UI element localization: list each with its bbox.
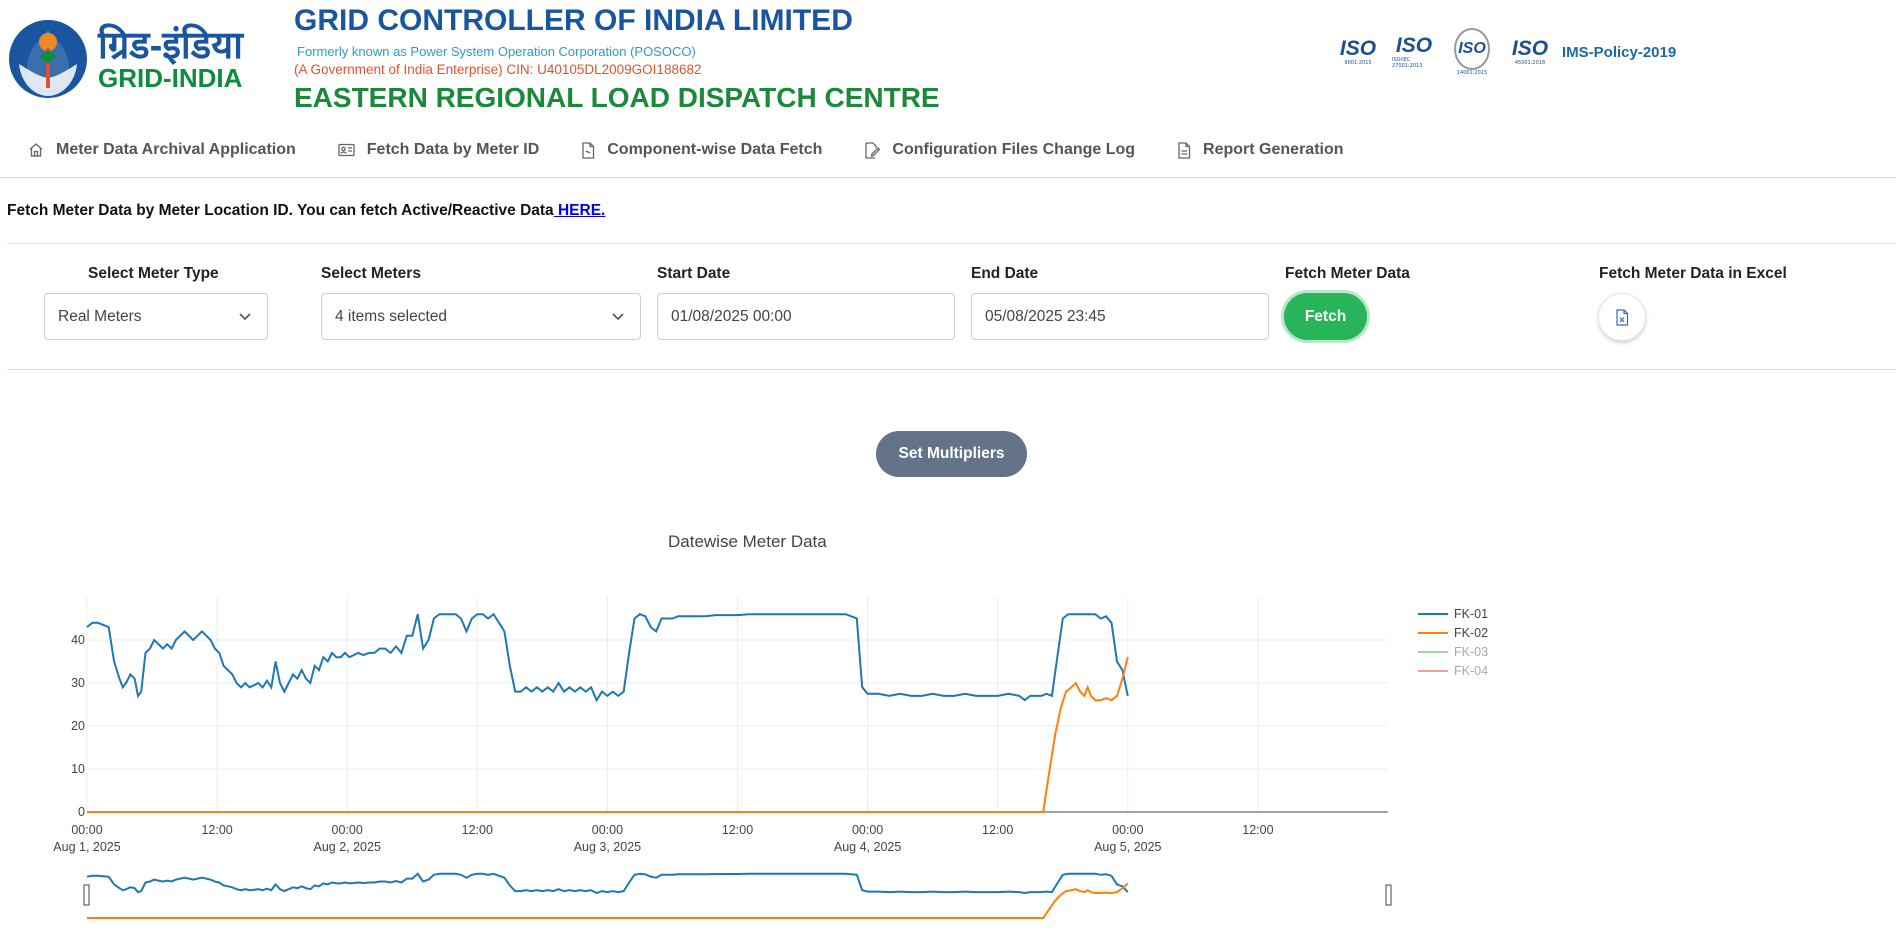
x-tick-date-label: Aug 2, 2025 bbox=[313, 840, 380, 854]
legend-label: FK-02 bbox=[1454, 625, 1489, 640]
excel-file-icon bbox=[1616, 308, 1629, 326]
divider bbox=[7, 243, 1896, 244]
x-tick-label: 00:00 bbox=[592, 823, 623, 837]
meter-type-select[interactable]: Real Meters bbox=[44, 293, 268, 340]
iso-certifications: ISO 9001:2015 ISO ISO/IEC 27001:2013 ISO… bbox=[1336, 28, 1676, 76]
meters-value: 4 items selected bbox=[335, 307, 447, 325]
legend-label: FK-04 bbox=[1454, 663, 1489, 678]
start-date-value: 01/08/2025 00:00 bbox=[671, 307, 792, 325]
legend-label: FK-03 bbox=[1454, 644, 1489, 659]
document-icon bbox=[582, 141, 595, 159]
nav-item-fetch-by-meter-id[interactable]: Fetch Data by Meter ID bbox=[338, 130, 539, 170]
x-tick-label: 12:00 bbox=[982, 823, 1013, 837]
fetch-button[interactable]: Fetch bbox=[1284, 293, 1367, 340]
x-tick-label: 12:00 bbox=[462, 823, 493, 837]
end-date-value: 05/08/2025 23:45 bbox=[985, 307, 1106, 325]
government-cin-text: (A Government of India Enterprise) CIN: … bbox=[294, 62, 702, 77]
fetch-data-label: Fetch Meter Data bbox=[1285, 265, 1410, 282]
nav-item-archival-application[interactable]: Meter Data Archival Application bbox=[28, 130, 296, 170]
legend-swatch bbox=[1418, 612, 1448, 615]
legend-item-fk-01[interactable]: FK-01 bbox=[1418, 604, 1488, 623]
legend-swatch bbox=[1418, 631, 1448, 634]
x-tick-date-label: Aug 5, 2025 bbox=[1094, 840, 1161, 854]
nav-item-label: Meter Data Archival Application bbox=[56, 141, 296, 158]
report-icon bbox=[1178, 141, 1191, 159]
page-header: ग्रिड-इंडिया GRID-INDIA GRID CONTROLLER … bbox=[0, 0, 1900, 118]
y-tick-label: 40 bbox=[71, 633, 85, 647]
organization-title: GRID CONTROLLER OF INDIA LIMITED bbox=[294, 4, 853, 37]
chart-title: Datewise Meter Data bbox=[668, 532, 827, 551]
x-tick-date-label: Aug 1, 2025 bbox=[53, 840, 120, 854]
start-date-input[interactable]: 01/08/2025 00:00 bbox=[657, 293, 955, 340]
meters-label: Select Meters bbox=[321, 265, 421, 282]
nav-item-label: Component-wise Data Fetch bbox=[607, 141, 823, 158]
intro-description: Fetch Meter Data by Meter Location ID. Y… bbox=[7, 202, 554, 219]
chevron-down-icon bbox=[612, 313, 624, 321]
chevron-down-icon bbox=[239, 313, 251, 321]
y-tick-label: 30 bbox=[71, 676, 85, 690]
legend-item-fk-03[interactable]: FK-03 bbox=[1418, 642, 1488, 661]
grid-india-logo-icon bbox=[9, 20, 87, 98]
divider bbox=[7, 369, 1896, 370]
excel-download-button[interactable] bbox=[1598, 293, 1646, 341]
meter-data-chart: 00:00 Aug 1, 2025 12:00 00:00 Aug 2, 2025 12:… bbox=[53, 597, 1392, 920]
nav-item-component-wise-fetch[interactable]: Component-wise Data Fetch bbox=[581, 130, 822, 170]
start-date-label: Start Date bbox=[657, 265, 731, 282]
x-tick-label: 12:00 bbox=[1242, 823, 1273, 837]
nav-item-label: Report Generation bbox=[1203, 141, 1344, 158]
regional-centre-title: EASTERN REGIONAL LOAD DISPATCH CENTRE bbox=[294, 82, 940, 113]
chart-legend: FK-01 FK-02 FK-03 FK-04 bbox=[1418, 604, 1488, 680]
brand-english-text: GRID-INDIA bbox=[98, 63, 243, 93]
main-nav: Meter Data Archival Application Fetch Da… bbox=[0, 130, 1896, 178]
iso-badge-icon: ISO 9001:2015 bbox=[1339, 37, 1377, 67]
y-tick-label: 10 bbox=[71, 762, 85, 776]
x-tick-label: 00:00 bbox=[852, 823, 883, 837]
active-reactive-link[interactable]: HERE. bbox=[554, 202, 605, 219]
legend-item-fk-02[interactable]: FK-02 bbox=[1418, 623, 1488, 642]
formerly-known-text: Formerly known as Power System Operation… bbox=[297, 44, 696, 59]
nav-item-label: Configuration Files Change Log bbox=[892, 141, 1136, 158]
set-multipliers-button[interactable]: Set Multipliers bbox=[876, 431, 1027, 477]
x-tick-label: 12:00 bbox=[201, 823, 232, 837]
legend-swatch bbox=[1418, 669, 1448, 672]
intro-text: Fetch Meter Data by Meter Location ID. Y… bbox=[7, 202, 605, 220]
nav-item-label: Fetch Data by Meter ID bbox=[366, 141, 540, 158]
legend-label: FK-01 bbox=[1454, 606, 1489, 621]
excel-fetch-label: Fetch Meter Data in Excel bbox=[1599, 265, 1787, 282]
nav-item-report-generation[interactable]: Report Generation bbox=[1177, 130, 1344, 170]
meters-multiselect[interactable]: 4 items selected bbox=[321, 293, 641, 340]
nav-item-config-change-log[interactable]: Configuration Files Change Log bbox=[864, 130, 1135, 170]
brand-hindi-text: ग्रिड-इंडिया bbox=[98, 25, 243, 67]
range-slider-left-handle[interactable] bbox=[83, 884, 90, 906]
x-tick-label: 12:00 bbox=[722, 823, 753, 837]
x-tick-date-label: Aug 4, 2025 bbox=[834, 840, 901, 854]
home-icon bbox=[29, 143, 43, 157]
edit-icon bbox=[865, 141, 881, 159]
meter-type-value: Real Meters bbox=[58, 307, 142, 325]
meter-type-label: Select Meter Type bbox=[88, 265, 219, 282]
ims-policy-link[interactable]: IMS-Policy-2019 bbox=[1562, 44, 1676, 61]
x-tick-label: 00:00 bbox=[71, 823, 102, 837]
legend-swatch bbox=[1418, 650, 1448, 653]
range-slider-right-handle[interactable] bbox=[1385, 884, 1392, 906]
y-tick-label: 20 bbox=[71, 719, 85, 733]
x-tick-label: 00:00 bbox=[1112, 823, 1143, 837]
x-tick-date-label: Aug 3, 2025 bbox=[574, 840, 641, 854]
id-card-icon bbox=[338, 143, 355, 157]
iso-badge-icon: ISO 45001:2018 bbox=[1511, 37, 1549, 67]
x-tick-label: 00:00 bbox=[332, 823, 363, 837]
end-date-input[interactable]: 05/08/2025 23:45 bbox=[971, 293, 1269, 340]
range-slider-background bbox=[87, 868, 1388, 920]
end-date-label: End Date bbox=[971, 265, 1039, 282]
y-tick-label: 0 bbox=[78, 805, 85, 819]
legend-item-fk-04[interactable]: FK-04 bbox=[1418, 661, 1488, 680]
iso-badge-icon: ISO 14001:2015 bbox=[1450, 28, 1494, 76]
iso-badge-icon: ISO ISO/IEC 27001:2013 bbox=[1392, 34, 1433, 70]
